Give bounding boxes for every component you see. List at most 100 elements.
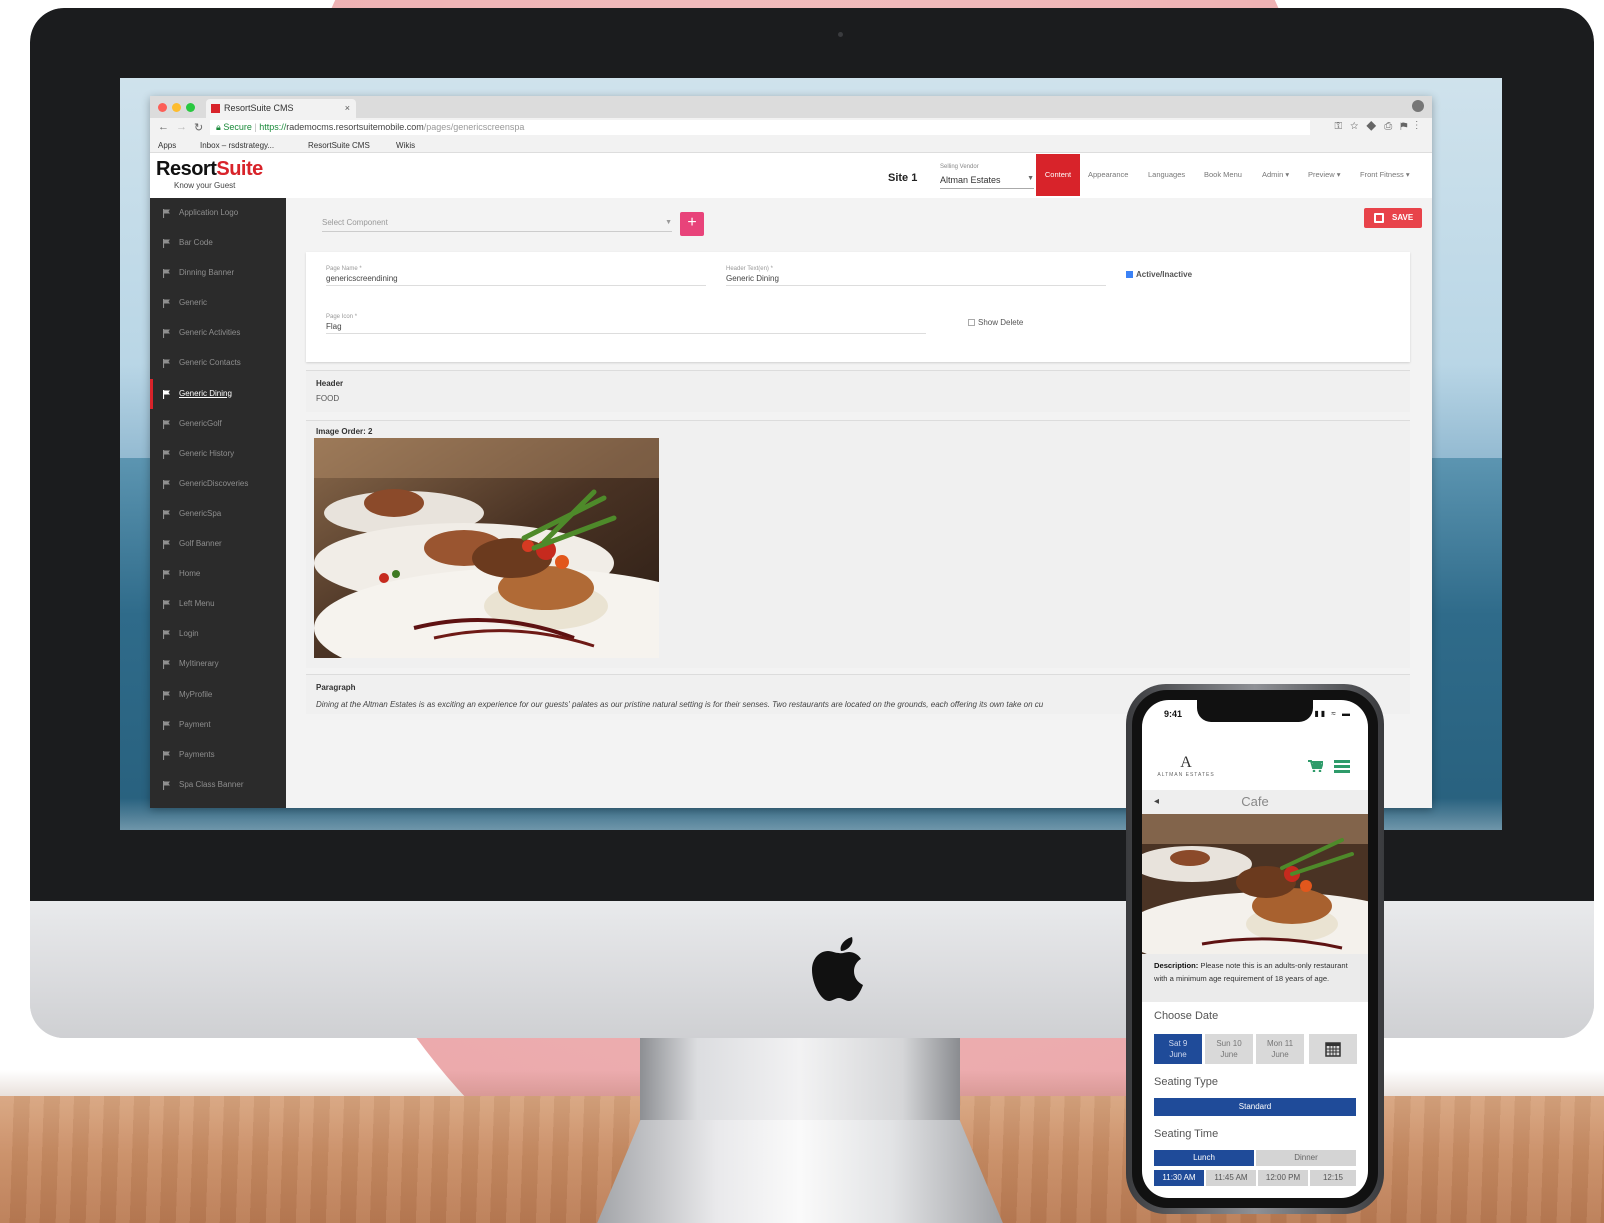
minimize-window-icon[interactable] [172,103,181,112]
flag-icon [163,389,170,399]
selling-vendor-select[interactable]: Altman Estates ▼ [940,175,1034,189]
calendar-button[interactable] [1309,1034,1357,1064]
seating-type-label: Seating Type [1154,1076,1219,1088]
time-slot-1215[interactable]: 12:15 [1310,1170,1356,1186]
sidebar-item[interactable]: Payment [150,710,286,740]
sidebar-item-label: Application Logo [179,208,239,217]
bookmark-apps[interactable]: Apps [158,141,176,150]
sidebar-item[interactable]: Generic Dining [150,378,286,409]
sidebar-item[interactable]: GenericSpa [150,499,286,529]
bookmark-inbox[interactable]: Inbox – rsdstrategy... [200,141,274,150]
tab-languages[interactable]: Languages [1148,154,1185,196]
sidebar-item[interactable]: GenericGolf [150,409,286,439]
sidebar-item-label: Payments [179,749,215,759]
flag-icon [163,209,170,218]
page-title: Cafe [1241,794,1269,809]
close-window-icon[interactable] [158,103,167,112]
flag-icon [163,570,170,580]
tab-admin[interactable]: Admin ▾ [1262,154,1289,196]
sidebar-item[interactable]: MyItinerary [150,649,286,679]
time-slot-1130[interactable]: 11:30 AM [1154,1170,1204,1186]
maximize-window-icon[interactable] [186,103,195,112]
sidebar-item[interactable]: Login [150,619,286,649]
flag-icon [163,359,170,369]
lunch-tab[interactable]: Lunch [1154,1150,1254,1166]
seating-standard-button[interactable]: Standard [1154,1098,1356,1116]
sidebar-item[interactable]: Bar Code [150,228,286,258]
time-slot-1145[interactable]: 11:45 AM [1206,1170,1256,1186]
sidebar-item[interactable]: Spa Class Banner [150,770,286,800]
browser-tab-bar: ResortSuite CMS × [150,96,1432,118]
altman-estates-logo: A ALTMAN ESTATES [1157,754,1215,778]
forward-arrow-icon[interactable]: → [176,121,187,133]
sidebar-item[interactable]: Home [150,559,286,589]
tab-appearance[interactable]: Appearance [1088,154,1128,196]
dinner-tab[interactable]: Dinner [1256,1150,1356,1166]
sidebar: Application Logo Bar Code Dinning Banner Ge… [150,198,286,808]
back-icon[interactable]: ◂ [1154,790,1159,814]
tab-close-icon[interactable]: × [345,103,350,113]
flag-icon [163,479,170,489]
flag-icon [163,720,170,730]
date-option-sun-10[interactable]: Sun 10 June [1205,1034,1253,1064]
sidebar-item[interactable]: Golf Banner [150,529,286,559]
back-arrow-icon[interactable]: ← [158,121,169,133]
sidebar-item[interactable]: Generic Contacts [150,348,286,378]
component-select[interactable]: Select Component ▼ [322,218,672,232]
cart-icon[interactable] [1308,760,1323,772]
active-inactive-checkbox[interactable]: Active/Inactive [1126,270,1192,279]
sidebar-item-label: GenericGolf [179,418,222,428]
status-time: 9:41 [1164,709,1183,719]
chevron-down-icon: ▼ [1027,175,1034,182]
sidebar-item[interactable]: GenericDiscoveries [150,469,286,499]
flag-icon [163,449,170,459]
time-slot-1200[interactable]: 12:00 PM [1258,1170,1308,1186]
tab-book-menu[interactable]: Book Menu [1204,154,1242,196]
sidebar-item[interactable]: Generic Activities [150,318,286,348]
profile-icon[interactable] [1412,100,1424,112]
reload-icon[interactable]: ↻ [194,121,203,134]
sidebar-item[interactable]: Left Menu [150,589,286,619]
bookmark-wikis[interactable]: Wikis [396,141,415,150]
tab-preview[interactable]: Preview ▾ [1308,154,1341,196]
sidebar-item[interactable]: Generic [150,288,286,318]
logo-tagline: Know your Guest [174,181,236,190]
sidebar-item-label: Bar Code [179,238,213,248]
tab-front-fitness[interactable]: Front Fitness ▾ [1360,154,1410,196]
choose-date-label: Choose Date [1154,1010,1219,1022]
header-component[interactable]: Header FOOD [306,370,1410,412]
browser-tab[interactable]: ResortSuite CMS × [206,99,356,118]
menu-icon[interactable] [1334,760,1350,773]
sidebar-item-label: Payment [179,719,211,729]
sidebar-item-label: MyProfile [179,689,213,699]
page-name-field[interactable]: Page Name * genericscreendining [326,266,706,286]
sidebar-item-label: Generic Contacts [179,358,241,368]
show-delete-checkbox[interactable]: Show Delete [968,318,1023,327]
date-option-sat-9[interactable]: Sat 9 June [1154,1034,1202,1064]
bookmark-resortsuite-cms[interactable]: ResortSuite CMS [308,141,370,150]
browser-extension-icons[interactable]: ⚿☆◆⎙⚑⋮ [1334,121,1426,132]
date-option-mon-11[interactable]: Mon 11 June [1256,1034,1304,1064]
save-button[interactable]: SAVE [1364,208,1422,228]
resortsuite-logo[interactable]: ResortSuite [156,158,263,181]
url-host: rademocms.resortsuitemobile.com [286,122,424,132]
url-input[interactable]: 🔒︎ Secure | https://rademocms.resortsuit… [210,120,1310,135]
camera-dot [838,32,843,37]
tab-title: ResortSuite CMS [224,103,294,113]
header-text-field[interactable]: Header Text(en) * Generic Dining [726,266,1106,286]
sidebar-item-label: MyItinerary [179,659,219,669]
url-path: /pages/genericscreenspa [423,122,525,132]
apple-logo-icon [812,937,863,1001]
sidebar-item[interactable]: MyProfile [150,680,286,710]
selling-vendor-label: Selling Vendor [940,164,979,170]
add-component-button[interactable]: + [680,212,704,236]
sidebar-item-label: Home [179,569,201,579]
sidebar-item[interactable]: Application Logo [150,198,286,228]
tab-content[interactable]: Content [1036,154,1080,196]
page-settings-card: Page Name * genericscreendining Header T… [306,252,1410,362]
page-icon-field[interactable]: Page Icon * Flag [326,314,926,334]
sidebar-item[interactable]: Payments [150,740,286,770]
phone-notch [1197,700,1313,722]
sidebar-item[interactable]: Dinning Banner [150,258,286,288]
sidebar-item[interactable]: Generic History [150,439,286,469]
